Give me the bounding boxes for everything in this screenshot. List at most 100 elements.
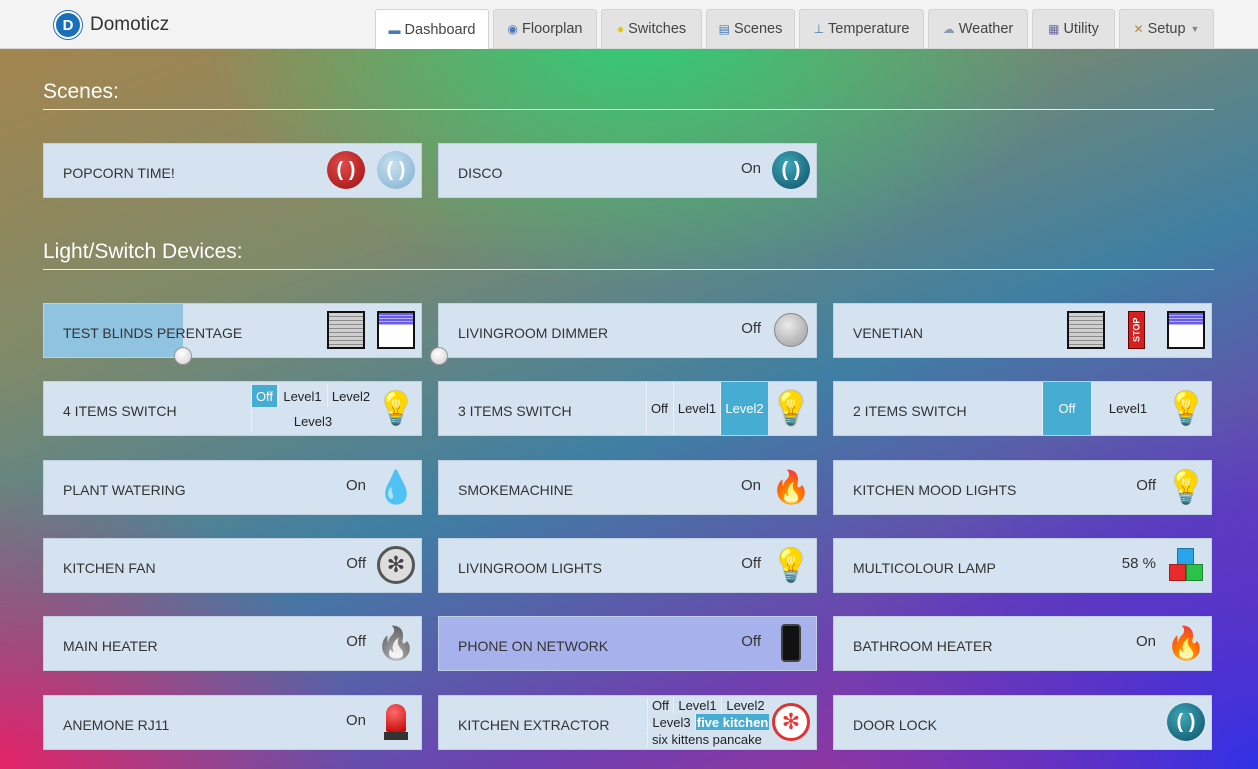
- blinds-open-icon: [377, 311, 415, 349]
- switch-toggle-button[interactable]: 🔥: [1164, 621, 1208, 665]
- dimmer-toggle-button[interactable]: [769, 308, 813, 352]
- device-card-3-items-switch: 3 Items Switch Off Level1 Level2 💡: [438, 381, 817, 436]
- level-selector: Off Level1 Level2: [646, 382, 769, 435]
- level-button-level2[interactable]: Level2: [720, 382, 768, 435]
- color-picker-button[interactable]: [1164, 543, 1208, 587]
- level-button-level2[interactable]: Level2: [721, 697, 769, 713]
- lock-push-icon: ( ): [1167, 703, 1205, 741]
- level-button-five-kitchen[interactable]: five kitchen: [695, 714, 769, 730]
- scene-activate-icon: ( ): [772, 151, 810, 189]
- level-button-level2[interactable]: Level2: [327, 385, 374, 407]
- level-button-level1[interactable]: Level1: [673, 697, 721, 713]
- level-button-level1[interactable]: Level1: [673, 382, 720, 435]
- level-button-off[interactable]: Off: [1042, 382, 1091, 435]
- venetian-open-button[interactable]: [1164, 308, 1208, 352]
- dimmer-slider-handle[interactable]: [430, 347, 448, 365]
- device-card-phone-on-network: Phone On Network Off: [438, 616, 817, 671]
- level-button-level3[interactable]: Level3: [251, 409, 374, 433]
- thermometer-icon: ⊥: [813, 22, 825, 36]
- device-card-main-heater: Main Heater Off 🔥: [43, 616, 422, 671]
- device-card-plant-watering: Plant Watering On 💧: [43, 460, 422, 515]
- device-status: On: [1135, 633, 1156, 650]
- tab-temperature[interactable]: ⊥ Temperature: [799, 9, 924, 48]
- level-button-level1[interactable]: Level1: [1091, 382, 1164, 435]
- level-selector: Off Level1: [1042, 382, 1164, 435]
- tab-weather[interactable]: ☁ Weather: [928, 9, 1028, 48]
- fire-icon: 🔥: [1166, 625, 1206, 661]
- switch-toggle-button[interactable]: 💡: [769, 543, 813, 587]
- device-name: Kitchen Fan: [63, 560, 156, 576]
- switch-toggle-button[interactable]: [374, 700, 418, 744]
- domoticz-logo-icon: D: [54, 11, 82, 39]
- scene-on-button[interactable]: ( ): [374, 148, 418, 192]
- device-status: Off: [741, 633, 761, 650]
- device-name: 3 Items Switch: [458, 403, 572, 419]
- device-card-bathroom-heater: Bathroom Heater On 🔥: [833, 616, 1212, 671]
- siren-icon: [384, 704, 408, 740]
- level-button-off[interactable]: Off: [251, 385, 277, 407]
- blinds-open-button[interactable]: [374, 308, 418, 352]
- switch-toggle-button[interactable]: ✻: [769, 700, 813, 744]
- fan-icon: ✻: [377, 546, 415, 584]
- switch-toggle-button[interactable]: 💡: [1164, 465, 1208, 509]
- switch-toggle-button[interactable]: 💧: [374, 465, 418, 509]
- device-card-kitchen-fan: Kitchen Fan Off ✻: [43, 538, 422, 593]
- scene-name: Disco: [458, 165, 503, 181]
- bulb-off-icon: 💡: [771, 547, 811, 583]
- device-status: Off: [1136, 477, 1156, 494]
- cloud-icon: ☁: [942, 22, 955, 36]
- switch-toggle-button[interactable]: [769, 621, 813, 665]
- device-name: Main Heater: [63, 638, 158, 654]
- blinds-close-button[interactable]: [324, 308, 368, 352]
- switch-toggle-button[interactable]: ✻: [374, 543, 418, 587]
- brand-name: Domoticz: [90, 14, 170, 35]
- device-name: Multicolour Lamp: [853, 560, 996, 576]
- bulb-off-icon: 💡: [376, 390, 416, 426]
- device-status: On: [345, 712, 366, 729]
- level-button-level3[interactable]: Level3: [647, 714, 695, 730]
- scene-off-button[interactable]: ( ): [324, 148, 368, 192]
- tab-utility[interactable]: ▦ Utility: [1032, 9, 1115, 48]
- level-button-off[interactable]: Off: [647, 697, 673, 713]
- scene-name: Popcorn Time!: [63, 165, 175, 181]
- scene-status: On: [740, 160, 761, 177]
- device-status: On: [345, 477, 366, 494]
- water-drop-icon: 💧: [376, 469, 416, 505]
- tab-scenes[interactable]: ▤ Scenes: [706, 9, 795, 48]
- devices-divider: [43, 269, 1214, 270]
- device-name: Smokemachine: [458, 482, 574, 498]
- fire-icon: 🔥: [771, 469, 811, 505]
- tools-icon: ✕: [1133, 22, 1144, 36]
- tab-switches[interactable]: ● Switches: [601, 9, 702, 48]
- switch-toggle-button[interactable]: 💡: [374, 386, 418, 430]
- level-button-level1[interactable]: Level1: [278, 385, 326, 407]
- device-name: Livingroom Lights: [458, 560, 602, 576]
- switch-toggle-button[interactable]: 💡: [1164, 386, 1208, 430]
- switch-toggle-button[interactable]: 💡: [769, 386, 813, 430]
- door-lock-button[interactable]: ( ): [1164, 700, 1208, 744]
- level-button-off[interactable]: Off: [646, 382, 672, 435]
- scene-activate-button[interactable]: ( ): [769, 148, 813, 192]
- brand[interactable]: D Domoticz: [54, 11, 169, 39]
- device-name: Venetian: [853, 325, 924, 341]
- scene-card-disco: Disco On ( ): [438, 143, 817, 198]
- venetian-stop-button[interactable]: STOP: [1114, 308, 1158, 352]
- extractor-fan-icon: ✻: [772, 703, 810, 741]
- level-button-six-kittens-pancake[interactable]: six kittens pancake: [647, 731, 769, 747]
- switch-toggle-button[interactable]: 🔥: [374, 621, 418, 665]
- scene-off-icon: ( ): [327, 151, 365, 189]
- switch-toggle-button[interactable]: 🔥: [769, 465, 813, 509]
- top-bar: D Domoticz ▬ Dashboard ◉ Floorplan ● Swi…: [0, 0, 1258, 49]
- venetian-close-button[interactable]: [1064, 308, 1108, 352]
- scene-on-icon: ( ): [377, 151, 415, 189]
- tab-setup[interactable]: ✕ Setup ▼: [1119, 9, 1214, 48]
- tab-dashboard[interactable]: ▬ Dashboard: [375, 9, 489, 49]
- dimmer-bulb-icon: [774, 313, 808, 347]
- bulb-on-icon: 💡: [771, 390, 811, 426]
- tab-floorplan[interactable]: ◉ Floorplan: [493, 9, 597, 48]
- blinds-slider-handle[interactable]: [174, 347, 193, 365]
- device-card-livingroom-lights: Livingroom Lights Off 💡: [438, 538, 817, 593]
- device-name: Kitchen Mood Lights: [853, 482, 1017, 498]
- blinds-closed-icon: [327, 311, 365, 349]
- device-card-anemone-rj11: Anemone RJ11 On: [43, 695, 422, 750]
